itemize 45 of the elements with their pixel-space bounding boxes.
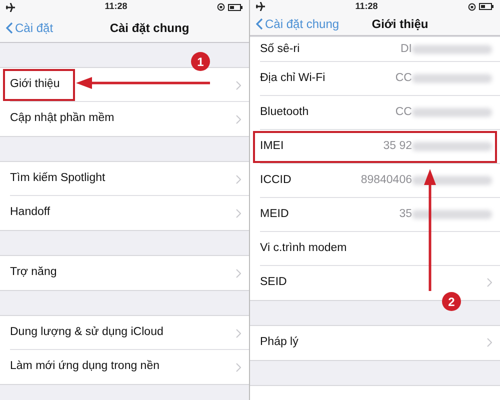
row-label: Số sê-ri — [260, 42, 300, 57]
row-label: ICCID — [260, 173, 292, 188]
row-label: Vi c.trình modem — [260, 241, 347, 256]
row-label: MEID — [260, 207, 289, 222]
row-value: 35 — [399, 207, 412, 222]
battery-icon — [479, 3, 494, 10]
row-label: SEID — [260, 275, 287, 290]
row-label: Trợ năng — [10, 265, 57, 280]
settings-row[interactable] — [250, 384, 500, 400]
rotation-lock-icon — [468, 2, 476, 11]
settings-row[interactable]: Dung lượng & sử dụng iCloud — [0, 316, 249, 350]
row-value: 89840406 — [360, 173, 412, 188]
rotation-lock-icon — [217, 3, 225, 11]
airplane-icon — [6, 2, 15, 12]
row-value: CC — [395, 105, 412, 120]
row-label: Cập nhật phần mềm — [10, 111, 114, 126]
settings-row[interactable]: Cập nhật phần mềm — [0, 102, 249, 136]
settings-row[interactable]: Trợ năng — [0, 256, 249, 290]
row-label: Làm mới ứng dụng trong nền — [10, 359, 160, 374]
nav-title: Cài đặt chung — [110, 20, 190, 37]
settings-row[interactable]: Giới thiệu — [0, 68, 249, 102]
row-value: 35 92 — [383, 139, 412, 154]
row-value: CC — [395, 71, 412, 86]
step-badge: 1 — [191, 52, 210, 71]
airplane-icon — [256, 2, 265, 12]
nav-title: Giới thiệu — [372, 16, 428, 34]
row-label: Handoff — [10, 205, 50, 220]
status-time: 11:28 — [104, 0, 128, 14]
row-label: Địa chỉ Wi-Fi — [260, 71, 326, 86]
row-label: IMEI — [260, 139, 284, 154]
settings-row[interactable]: Tìm kiếm Spotlight — [0, 162, 249, 196]
row-label: Tìm kiếm Spotlight — [10, 171, 106, 186]
settings-row[interactable]: Pháp lý — [250, 326, 500, 360]
row-value: DI — [400, 42, 412, 57]
row-label: Bluetooth — [260, 105, 309, 120]
row-label: Pháp lý — [260, 335, 298, 350]
settings-row[interactable]: Handoff — [0, 196, 249, 230]
back-chevron-icon — [256, 18, 263, 30]
status-time: 11:28 — [355, 0, 378, 13]
step-badge: 2 — [442, 292, 461, 311]
battery-icon — [228, 4, 243, 10]
row-label: Dung lượng & sử dụng iCloud — [10, 325, 164, 340]
row-label: Giới thiệu — [10, 77, 60, 92]
back-chevron-icon — [6, 22, 13, 34]
settings-row[interactable]: Làm mới ứng dụng trong nền — [0, 350, 249, 384]
